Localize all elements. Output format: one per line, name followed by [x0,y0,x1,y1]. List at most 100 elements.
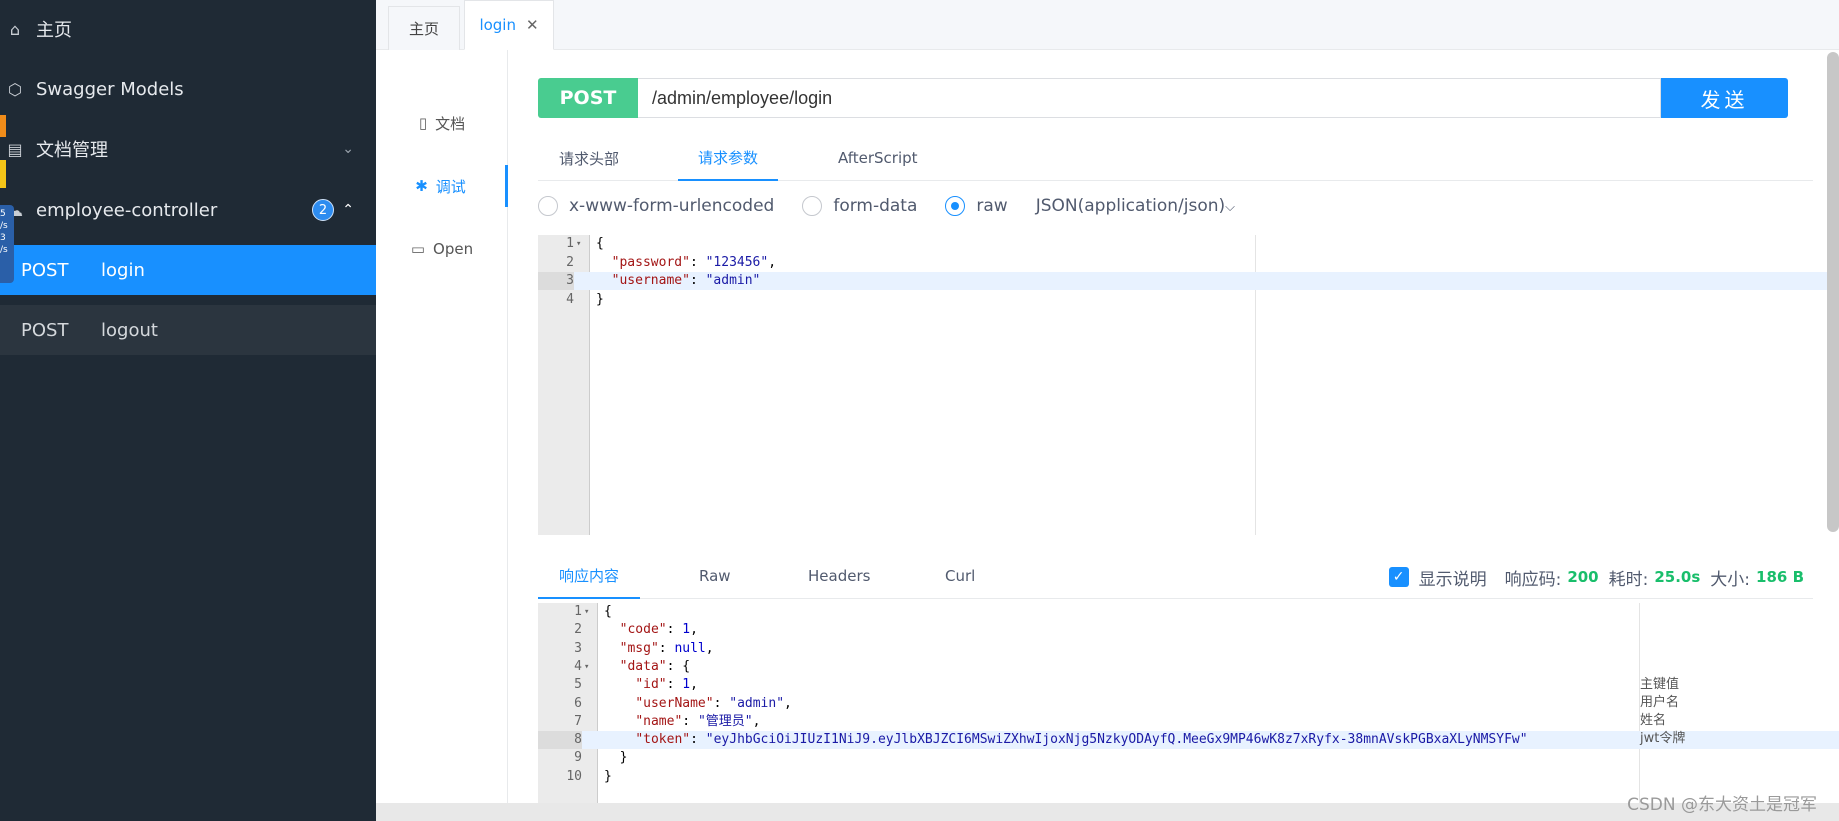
watermark: CSDN @东大资土是冠军 [1627,795,1817,815]
app-root: ⌂ 主页 ⬡ Swagger Models ▤ 文档管理 ⌄ ☁ employe… [0,0,1839,821]
api-name: logout [101,319,158,341]
radio-label: x-www-form-urlencoded [569,196,775,216]
sidebar-item-home[interactable]: ⌂ 主页 [0,10,376,48]
bottom-scroll-track [376,803,1839,821]
top-tab-bar: 主页 login ✕ [376,0,1839,50]
fold-toggle-icon[interactable]: ▾ [584,658,589,676]
line-number: 7 [574,713,582,729]
code-line: 2 "code": 1, [538,621,1839,639]
fold-toggle-icon[interactable]: ▾ [576,235,581,253]
tab-login[interactable]: login ✕ [464,0,554,50]
document-icon: ▯ [418,114,428,132]
radio-raw[interactable]: raw [945,196,1008,216]
chevron-down-icon: ⌄ [342,141,354,157]
line-number: 6 [574,695,582,711]
tab-response-raw[interactable]: Raw [699,553,731,599]
code-line: 10} [538,768,1839,786]
sidebar-item-employee-controller[interactable]: ☁ employee-controller 2 ⌃ [0,190,376,230]
tab-label: login [479,16,516,34]
code-text: } [596,291,604,307]
tab-response-headers[interactable]: Headers [808,553,870,599]
close-icon[interactable]: ✕ [526,16,539,34]
rail-label: 调试 [435,177,466,196]
url-input[interactable] [638,78,1661,118]
api-method: POST [21,319,69,341]
radio-label: form-data [833,196,918,216]
chevron-up-icon: ⌃ [342,202,354,218]
line-number: 3 [538,272,574,290]
send-button[interactable]: 发送 [1661,78,1788,118]
code-line: 4} [538,291,1839,309]
content-type-value: JSON(application/json) [1035,196,1226,216]
status-code-label: 响应码: [1504,569,1562,590]
code-line: 3 "username": "admin" [538,272,1839,290]
tab-home[interactable]: 主页 [388,6,460,50]
request-bar: POST 发送 [538,78,1788,118]
line-number: 1 [574,604,582,619]
radio-icon [802,196,823,216]
radio-icon [538,196,558,216]
radio-selected-icon [945,196,966,216]
sidebar-item-docs[interactable]: ▤ 文档管理 ⌄ [0,130,376,168]
code-text: "password": "123456", [611,254,777,270]
main-panel: 主页 login ✕ ▯ 文档 ✱ 调试 ▭ Open POST /admin/… [376,0,1839,821]
operation-rail: ▯ 文档 ✱ 调试 ▭ Open [376,50,508,821]
sidebar-api-login[interactable]: POST login [0,245,376,295]
api-method: POST [21,259,69,281]
tab-request-headers[interactable]: 请求头部 [559,135,619,181]
line-number: 9 [574,750,582,766]
code-line: 3 "msg": null, [538,640,1839,658]
size-value: 186 B [1756,568,1804,586]
sidebar-api-logout[interactable]: POST logout [0,305,376,355]
file-icon: ▭ [410,240,426,258]
request-tabs: 请求头部 请求参数 AfterScript [538,135,1813,181]
line-number: 4 [566,291,574,307]
field-annotation: 主键值 [1640,677,1680,692]
scrollbar[interactable] [1827,52,1839,532]
sidebar-item-swagger-models[interactable]: ⬡ Swagger Models [0,70,376,108]
response-meta: ✓ 显示说明 响应码: 200 耗时: 25.0s 大小: 186 B [1388,562,1804,592]
time-value: 25.0s [1654,568,1701,586]
sidebar-item-label: employee-controller [36,199,218,221]
show-desc-label: 显示说明 [1418,569,1487,590]
tab-request-params[interactable]: 请求参数 [678,135,779,181]
code-line: 1 ▾ { [538,603,1839,621]
request-body-editor[interactable]: 1 ▾{2 "password": "123456", 3 "username": … [538,235,1839,535]
count-badge: 2 [312,199,334,221]
code-text: "name": "管理员", [635,713,761,729]
radio-urlencoded[interactable]: x-www-form-urlencoded [538,196,774,216]
status-code-value: 200 [1567,568,1599,586]
code-line: 1 ▾ { [538,235,1839,253]
code-text: { [604,604,612,619]
content-type-select[interactable]: JSON(application/json)⌵ [1036,196,1235,216]
checkbox-checked-icon[interactable]: ✓ [1388,567,1409,587]
code-line: 9 } [538,749,1839,767]
size-label: 大小: [1710,569,1751,590]
sidebar-item-label: 文档管理 [36,140,108,161]
radio-form-data[interactable]: form-data [802,196,917,216]
rail-item-open[interactable]: ▭ Open [376,228,508,270]
rail-item-debug[interactable]: ✱ 调试 [376,165,508,207]
code-text: "msg": null, [619,640,714,656]
code-text: "userName": "admin", [635,695,792,711]
tab-response-content[interactable]: 响应内容 [538,553,641,599]
line-number: 2 [566,254,574,270]
network-speed-overlay: 5 /s 3 /s [0,205,14,283]
rail-label: Open [433,240,474,258]
body-type-selector: x-www-form-urlencoded form-data raw JSON… [538,192,1235,220]
sidebar-item-label: Swagger Models [36,78,184,100]
chevron-down-icon: ⌵ [1225,200,1235,215]
code-text: "username": "admin" [611,273,761,288]
field-annotation: jwt令牌 [1640,731,1686,746]
tab-afterscript[interactable]: AfterScript [838,135,918,181]
tab-response-curl[interactable]: Curl [945,553,975,599]
line-number: 1 [566,236,574,251]
line-number: 3 [574,640,582,656]
code-text: "id": 1, [635,677,698,693]
line-number: 10 [566,768,582,784]
rail-item-doc[interactable]: ▯ 文档 [376,102,508,144]
method-badge: POST [538,78,638,118]
radio-label: raw [976,196,1008,216]
code-text: "data": { [619,658,691,674]
fold-toggle-icon[interactable]: ▾ [584,603,589,621]
